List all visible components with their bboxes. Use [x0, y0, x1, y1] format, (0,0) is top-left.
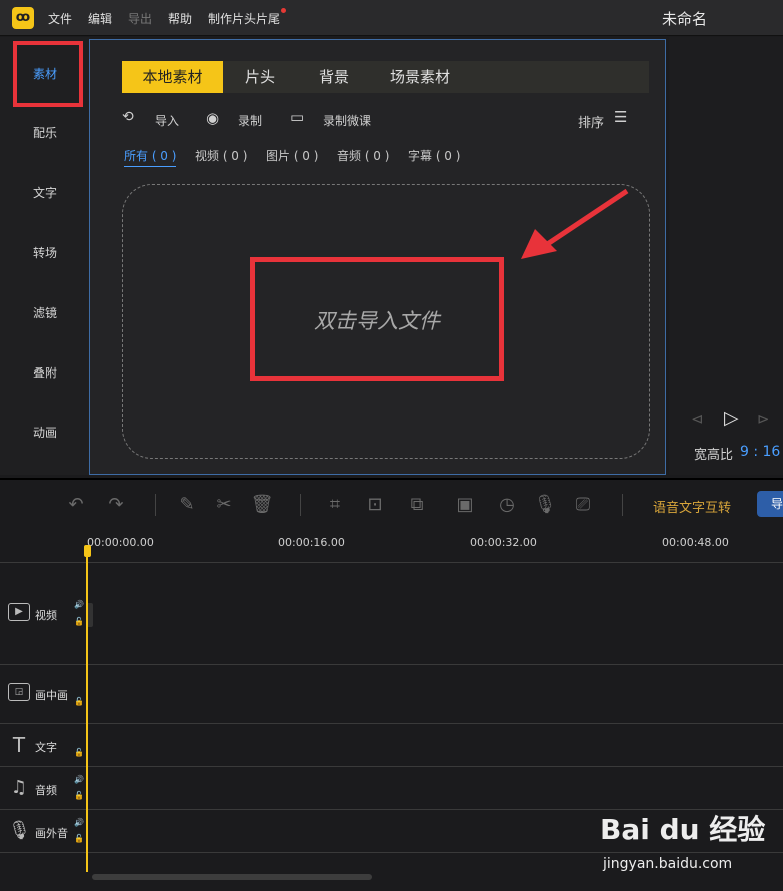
track-video[interactable] — [0, 564, 783, 665]
menu-help[interactable]: 帮助 — [168, 10, 192, 27]
annotation-arrow-icon — [521, 188, 629, 259]
menu-edit[interactable]: 编辑 — [88, 10, 112, 27]
screen-record-icon[interactable]: ▭ — [290, 108, 304, 126]
undo-icon[interactable]: ↶ — [63, 492, 89, 518]
lock-icon[interactable]: 🔓 — [74, 617, 84, 626]
record-icon[interactable]: ◉ — [206, 109, 219, 127]
tab-scene-material[interactable]: 场景素材 — [376, 61, 464, 93]
ruler-tick-label: 00:00:48.00 — [662, 536, 729, 549]
track-label-pip: 画中画 — [35, 689, 68, 702]
aspect-ratio-value[interactable]: 9 : 16 — [740, 444, 780, 460]
sidebar-tab-filter[interactable]: 滤镜 — [0, 283, 90, 343]
lock-icon[interactable]: 🔓 — [74, 748, 84, 757]
tab-intro[interactable]: 片头 — [228, 61, 292, 93]
voice-text-convert-button[interactable]: 语音文字互转 — [653, 497, 731, 516]
prev-frame-icon[interactable]: ⊲ — [691, 410, 704, 428]
tab-background[interactable]: 背景 — [302, 61, 366, 93]
menu-make-intro-outro[interactable]: 制作片头片尾 — [208, 10, 280, 27]
filter-video[interactable]: 视频 ( 0 ) — [195, 147, 247, 164]
screen-icon[interactable]: ⎚ — [570, 492, 596, 518]
export-button[interactable]: 导 — [757, 491, 783, 517]
track-label-voiceover: 画外音 — [35, 827, 68, 840]
video-track-icon: ▶ — [8, 603, 30, 621]
import-button[interactable]: 导入 — [155, 112, 179, 129]
speed-clock-icon[interactable]: ◷ — [494, 492, 520, 518]
mute-icon[interactable]: 🔊 — [74, 818, 84, 827]
sort-list-icon[interactable]: ☰ — [614, 108, 627, 126]
track-picture-in-picture[interactable] — [0, 665, 783, 724]
mute-icon[interactable]: 🔊 — [74, 775, 84, 784]
crop-icon[interactable]: ⌗ — [322, 492, 348, 518]
drop-zone-text[interactable]: 双击导入文件 — [250, 305, 504, 335]
baidu-watermark-logo: Bai du 经验 — [600, 813, 766, 846]
pip-track-icon: ◲ — [8, 683, 30, 701]
track-text[interactable] — [0, 724, 783, 767]
timeline-horizontal-scrollbar[interactable] — [92, 874, 372, 880]
sidebar-tab-text[interactable]: 文字 — [0, 163, 90, 223]
ruler-tick-label: 00:00:16.00 — [278, 536, 345, 549]
track-label-audio: 音频 — [35, 784, 57, 797]
app-logo-icon: ꝏ — [12, 7, 34, 29]
filter-image[interactable]: 图片 ( 0 ) — [266, 147, 318, 164]
record-button[interactable]: 录制 — [238, 112, 262, 129]
lock-icon[interactable]: 🔓 — [74, 791, 84, 800]
cut-icon[interactable]: ✂ — [211, 492, 237, 518]
aspect-ratio-label: 宽高比 — [694, 448, 734, 463]
track-label-text: 文字 — [35, 741, 57, 754]
music-note-icon: ♫ — [10, 777, 28, 798]
sidebar-tab-animation[interactable]: 动画 — [0, 403, 90, 463]
track-label-video: 视频 — [35, 609, 57, 622]
mosaic-icon[interactable]: ▣ — [452, 492, 478, 518]
microphone-icon[interactable]: 🎙 — [532, 492, 558, 518]
playhead-handle[interactable] — [84, 545, 91, 557]
track-audio[interactable] — [0, 767, 783, 810]
ruler-tick-label: 00:00:00.00 — [87, 536, 154, 549]
filter-subtitle[interactable]: 字幕 ( 0 ) — [408, 147, 460, 164]
filter-audio[interactable]: 音频 ( 0 ) — [337, 147, 389, 164]
sidebar-tab-music[interactable]: 配乐 — [0, 103, 90, 163]
edit-pencil-icon[interactable]: ✎ — [174, 492, 200, 518]
menu-file[interactable]: 文件 — [48, 10, 72, 27]
mute-icon[interactable]: 🔊 — [74, 600, 84, 609]
filter-all[interactable]: 所有 ( 0 ) — [124, 147, 177, 167]
tab-local-material[interactable]: 本地素材 — [122, 61, 223, 93]
baidu-watermark-url: jingyan.baidu.com — [603, 856, 733, 872]
voiceover-mic-icon: 🎙 — [8, 820, 31, 841]
toolbar-divider — [300, 494, 301, 516]
lock-icon[interactable]: 🔓 — [74, 834, 84, 843]
lock-icon[interactable]: 🔓 — [74, 697, 84, 706]
window-title: 未命名 — [661, 10, 707, 28]
next-frame-icon[interactable]: ⊳ — [757, 410, 770, 428]
toolbar-divider — [622, 494, 623, 516]
zoom-icon[interactable]: ⊡ — [362, 492, 388, 518]
record-lesson-button[interactable]: 录制微课 — [323, 112, 371, 129]
play-icon[interactable]: ▷ — [724, 407, 739, 429]
delete-icon[interactable]: 🗑 — [249, 492, 275, 518]
sidebar-tab-transition[interactable]: 转场 — [0, 223, 90, 283]
menu-export[interactable]: 导出 — [128, 10, 152, 27]
toolbar-divider — [155, 494, 156, 516]
ruler-tick-label: 00:00:32.00 — [470, 536, 537, 549]
import-icon[interactable]: ⟲ — [122, 109, 134, 125]
sort-button[interactable]: 排序 — [578, 112, 604, 131]
highlight-box-material — [13, 41, 83, 107]
playhead[interactable] — [86, 545, 88, 872]
redo-icon[interactable]: ↷ — [103, 492, 129, 518]
text-track-icon: T — [12, 733, 26, 757]
notification-dot — [281, 8, 286, 13]
split-icon[interactable]: ⧉ — [404, 492, 430, 518]
sidebar-tab-overlay[interactable]: 叠附 — [0, 343, 90, 403]
